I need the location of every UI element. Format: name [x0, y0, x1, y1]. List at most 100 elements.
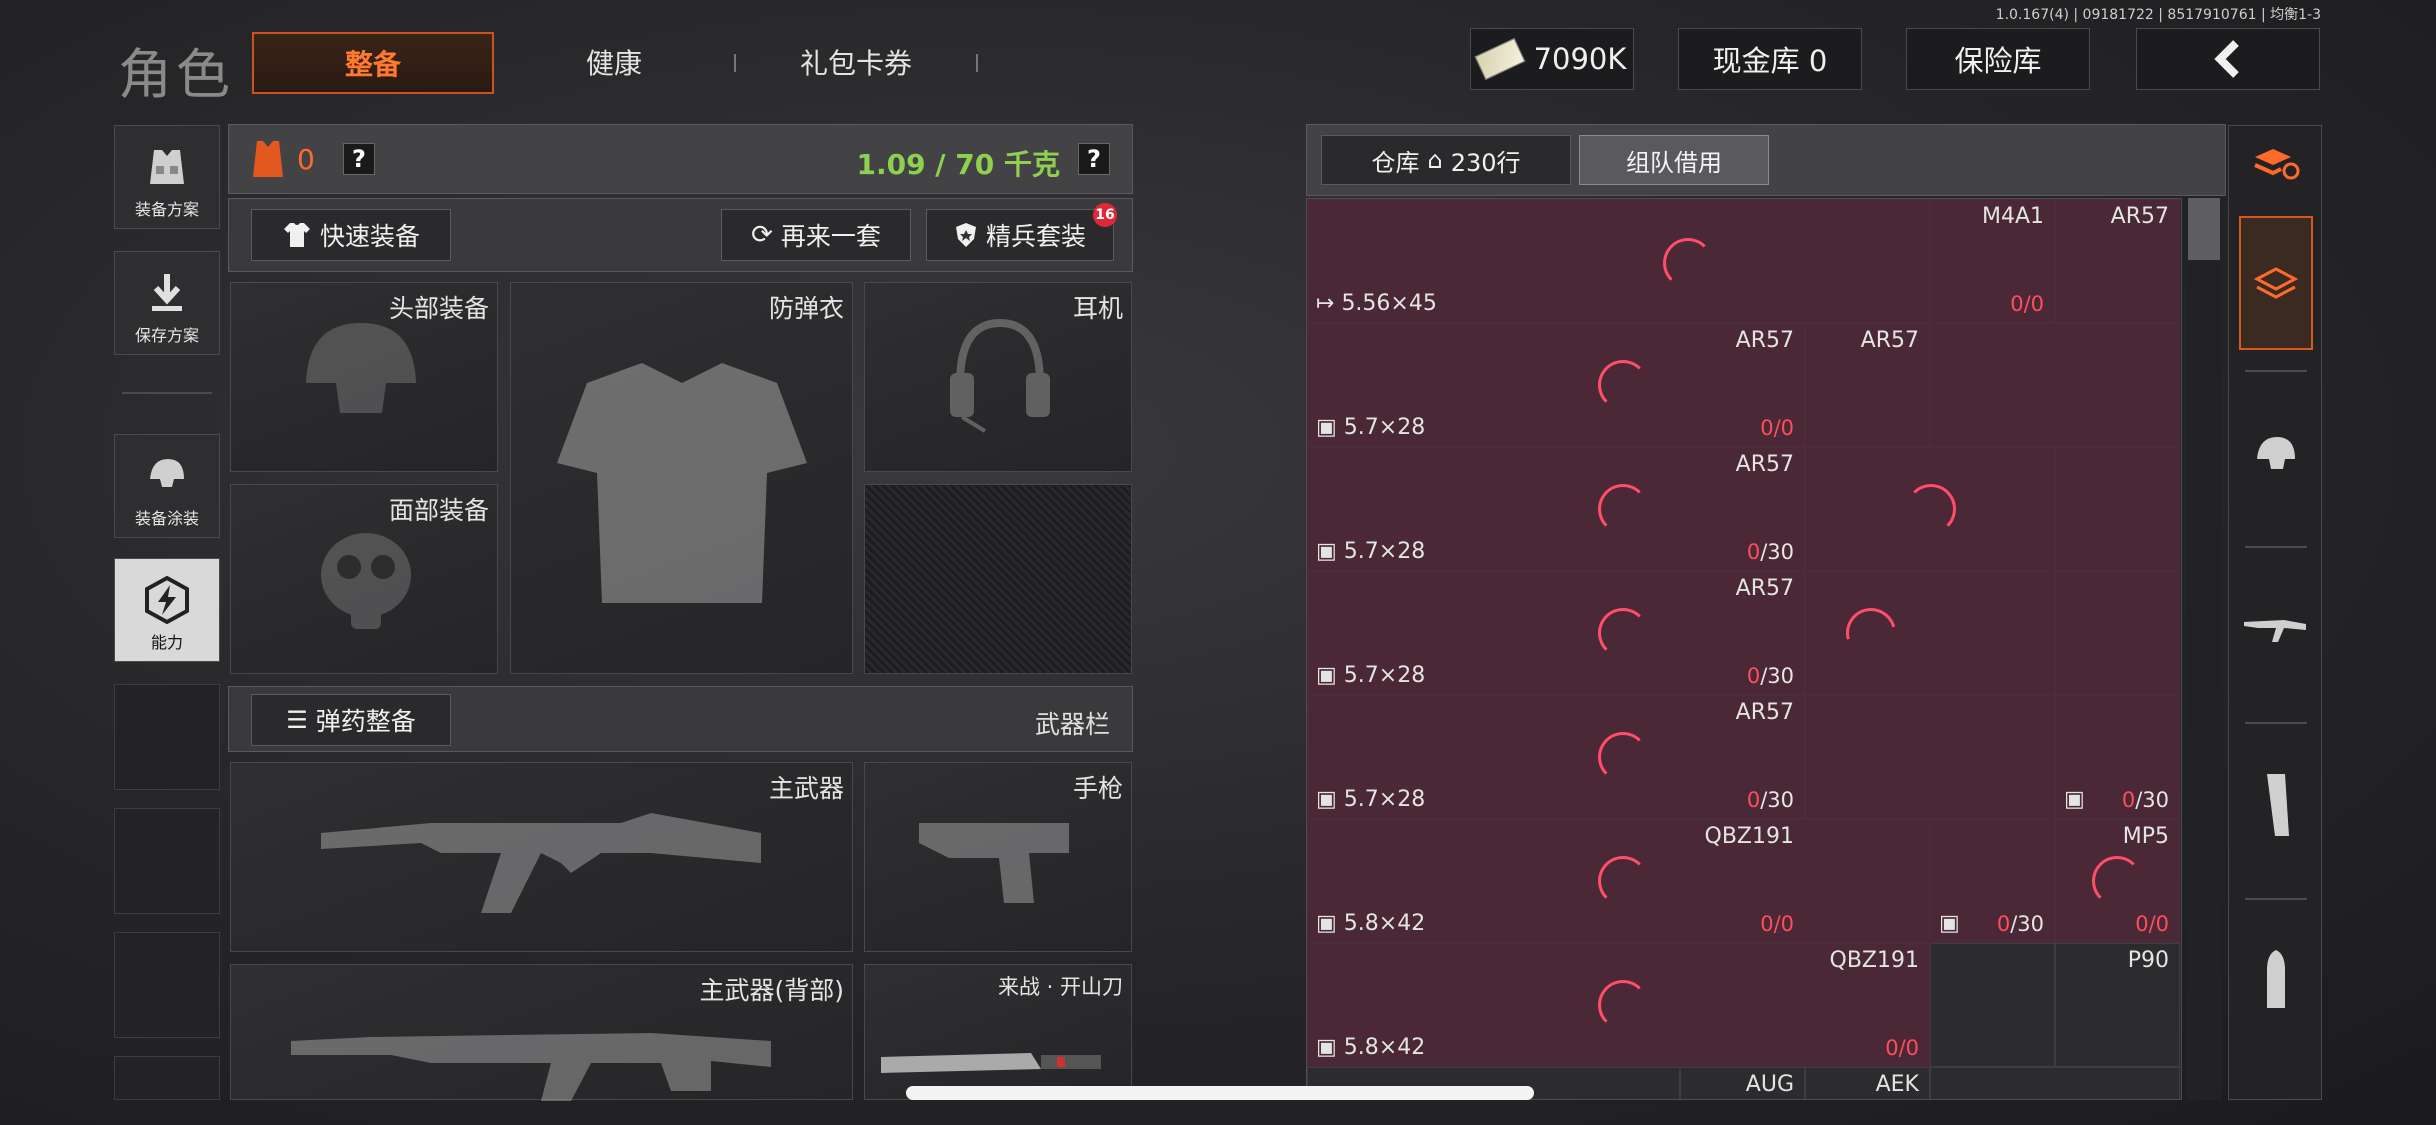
ammo-item-cell[interactable]: AR57 ▣ 5.7×28 0/30 — [1307, 571, 1805, 695]
quick-equip-button[interactable]: 快速装备 — [251, 209, 451, 261]
box-icon: ▣ — [1316, 1035, 1344, 1060]
item-cell[interactable] — [1930, 323, 2180, 447]
filter-all-button[interactable] — [2239, 216, 2313, 350]
tab-equip[interactable]: 整备 — [252, 32, 494, 94]
ammo-item-cell[interactable]: ↦ 5.56×45 — [1307, 199, 1930, 323]
stack-refresh-icon — [2254, 149, 2300, 180]
ability-label: 能力 — [150, 633, 183, 652]
item-name: QBZ191 — [1704, 824, 1794, 849]
item-cell[interactable] — [2055, 447, 2180, 571]
equip-again-button[interactable]: ⟳ 再来一套 — [721, 209, 911, 261]
box-icon: ▣ — [2064, 787, 2085, 812]
headset-silhouette-icon — [950, 318, 1050, 433]
item-name: AR57 — [1735, 700, 1794, 725]
equip-action-bar: 快速装备 ⟳ 再来一套 精兵套装 16 — [228, 198, 1133, 272]
item-cell[interactable] — [2055, 571, 2180, 695]
bullet-icon — [2267, 950, 2285, 1008]
weapon-item-cell[interactable]: P90 — [2055, 943, 2180, 1067]
loading-spinner-icon — [1836, 598, 1906, 668]
ammo-item-cell[interactable]: QBZ191 ▣ 5.8×42 0/0 — [1307, 943, 1930, 1067]
loading-spinner-icon — [1598, 608, 1648, 658]
helmet-silhouette-icon — [306, 323, 416, 413]
weapon-item-cell[interactable]: AUG — [1680, 1067, 1805, 1099]
filter-magazine-button[interactable] — [2239, 740, 2313, 870]
ammo-item-cell[interactable]: AR57 ▣ 5.7×28 0/30 — [1307, 695, 1805, 819]
pistol-slot[interactable]: 手枪 — [864, 762, 1132, 952]
equip-again-label: 再来一套 — [780, 222, 881, 251]
face-gear-slot[interactable]: 面部装备 — [230, 484, 498, 674]
filter-helmet-button[interactable] — [2239, 388, 2313, 518]
save-plan-button[interactable]: 保存方案 — [114, 251, 220, 355]
ammo-item-cell[interactable]: AR57 ▣ 5.7×28 0/30 — [1307, 447, 1805, 571]
item-cell[interactable] — [1805, 571, 2055, 695]
body-armor-slot[interactable]: 防弹衣 — [510, 282, 853, 674]
tab-gift-coupons[interactable]: 礼包卡券 — [800, 42, 912, 82]
sidebar-divider — [122, 392, 212, 394]
weapon-item-cell[interactable]: AEK — [1805, 1067, 1930, 1099]
equip-skin-button[interactable]: 装备涂装 — [114, 434, 220, 538]
primary-weapon-slot[interactable]: 主武器 — [230, 762, 853, 952]
ammo-item-cell[interactable]: ▣ 0/30 — [2055, 695, 2180, 819]
caliber-label: ▣ 5.8×42 — [1316, 911, 1426, 936]
scrollbar-thumb[interactable] — [2188, 198, 2220, 260]
loadout-plan-button[interactable]: 装备方案 — [114, 125, 220, 229]
filter-separator — [2245, 898, 2307, 900]
caliber-label: ▣ 5.7×28 — [1316, 415, 1426, 440]
filter-refresh-button[interactable] — [2239, 126, 2313, 200]
tab-health[interactable]: 健康 — [586, 42, 642, 82]
loading-spinner-icon — [1598, 980, 1648, 1030]
elite-set-label: 精兵套装 — [985, 222, 1086, 251]
warehouse-tab[interactable]: 仓库 ⌂ 230行 — [1321, 135, 1571, 185]
help-icon[interactable]: ? — [343, 143, 375, 175]
team-borrow-tab[interactable]: 组队借用 — [1579, 135, 1769, 185]
shield-icon — [955, 223, 976, 247]
item-name: P90 — [2127, 948, 2169, 973]
ammo-item-cell[interactable]: AR57 ▣ 5.7×28 0/0 — [1307, 323, 1805, 447]
back-button[interactable] — [2136, 28, 2320, 90]
vest-silhouette-icon — [557, 363, 807, 603]
melee-slot[interactable]: 来战 · 开山刀 — [864, 964, 1132, 1100]
ammo-prep-button[interactable]: ☰ 弹药整备 — [251, 694, 451, 746]
loading-spinner-icon — [1906, 484, 1956, 534]
empty-cell[interactable] — [1930, 943, 2055, 1067]
warehouse-scrollbar[interactable] — [2186, 198, 2222, 1100]
currency-display[interactable]: 7090K — [1470, 28, 1634, 90]
caliber-label: ▣ 5.7×28 — [1316, 539, 1426, 564]
empty-slot — [114, 684, 220, 790]
face-gear-label: 面部装备 — [388, 496, 489, 525]
item-count: 0/0 — [2010, 292, 2044, 316]
insurance-vault-button[interactable]: 保险库 — [1906, 28, 2090, 90]
equip-stats-bar: 0 ? 1.09 / 70 千克 ? — [228, 124, 1133, 194]
headset-slot[interactable]: 耳机 — [864, 282, 1132, 472]
empty-cell[interactable] — [1930, 1067, 2180, 1099]
weight-help-icon[interactable]: ? — [1078, 143, 1110, 175]
weapon-item-cell[interactable]: MP5 0/0 — [2055, 819, 2180, 943]
weapon-item-cell[interactable]: AR57 — [2055, 199, 2180, 323]
filter-ammo-button[interactable] — [2239, 916, 2313, 1046]
caliber-label: ▣ 5.7×28 — [1316, 663, 1426, 688]
ammo-item-cell[interactable]: ▣ 0/30 — [1930, 819, 2055, 943]
primary-weapon-back-slot[interactable]: 主武器(背部) — [230, 964, 853, 1101]
item-count: 0/30 — [1996, 912, 2044, 936]
caliber-label: ↦ 5.56×45 — [1316, 291, 1437, 316]
cash-vault-button[interactable]: 现金库 0 — [1678, 28, 1862, 90]
warehouse-rows: 230行 — [1450, 148, 1521, 177]
item-count: 0/0 — [1760, 912, 1794, 936]
item-name: AR57 — [1735, 328, 1794, 353]
elite-set-button[interactable]: 精兵套装 — [926, 209, 1114, 261]
weapon-item-cell[interactable]: M4A1 0/0 — [1930, 199, 2055, 323]
weight-display: 1.09 / 70 千克 — [856, 148, 1060, 181]
box-icon: ▣ — [1316, 539, 1344, 564]
filter-rifle-button[interactable] — [2239, 564, 2313, 694]
item-name: AR57 — [1735, 452, 1794, 477]
ability-button[interactable]: 能力 — [114, 558, 220, 662]
warehouse-tab-bar: 仓库 ⌂ 230行 组队借用 — [1306, 124, 2226, 196]
item-cell[interactable] — [1805, 695, 2055, 819]
warehouse-grid: ↦ 5.56×45 M4A1 0/0 AR57 AR57 ▣ 5.7×28 0/… — [1306, 198, 2182, 1100]
item-cell[interactable] — [1805, 447, 2055, 571]
head-gear-slot[interactable]: 头部装备 — [230, 282, 498, 472]
layers-icon — [2253, 267, 2299, 299]
filter-separator — [2245, 370, 2307, 372]
item-name: M4A1 — [1981, 204, 2044, 229]
weapon-item-cell[interactable]: AR57 — [1805, 323, 1930, 447]
